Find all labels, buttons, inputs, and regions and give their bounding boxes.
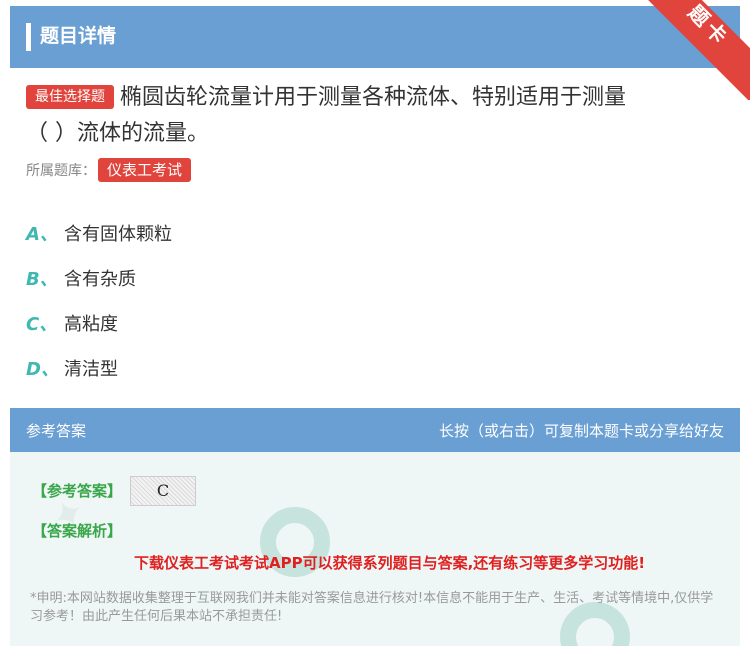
bank-label: 所属题库： [26,163,96,179]
question-text-1: 椭圆齿轮流量计用于测量各种流体、特别适用于测量 [120,85,627,110]
question-block: 最佳选择题 椭圆齿轮流量计用于测量各种流体、特别适用于测量 （ ）流体的流量。 [26,80,726,152]
share-hint: 长按（或右击）可复制本题卡或分享给好友 [438,422,724,440]
option-letter: A、 [26,223,58,245]
option-c[interactable]: C、 高粘度 [26,300,172,345]
option-text: 含有杂质 [64,268,136,290]
bank-name-link[interactable]: 仪表工考试 [98,158,192,182]
options-list: A、 含有固体颗粒 B、 含有杂质 C、 高粘度 D、 清洁型 [26,210,172,390]
title-accent-bar [26,23,31,51]
question-type-tag: 最佳选择题 [26,85,114,109]
answer-label: 【参考答案】 [32,482,123,500]
answer-body: ✦ 【参考答案】 C 【答案解析】 下载仪表工考试考试APP可以获得系列题目与答… [10,452,740,646]
app-promo-link[interactable]: 下载仪表工考试考试APP可以获得系列题目与答案,还有练习等更多学习功能! [134,552,645,573]
option-letter: B、 [26,268,58,290]
answer-value: C [130,476,196,506]
answer-section-title: 参考答案 [26,422,87,440]
answer-header: 参考答案 长按（或右击）可复制本题卡或分享给好友 [10,408,740,452]
title-header: 题目详情 [10,6,740,68]
option-b[interactable]: B、 含有杂质 [26,255,172,300]
option-text: 含有固体颗粒 [64,223,172,245]
page-title: 题目详情 [40,25,117,47]
question-line-2: （ ）流体的流量。 [26,121,209,146]
question-line-1: 最佳选择题 椭圆齿轮流量计用于测量各种流体、特别适用于测量 [26,80,726,116]
option-letter: D、 [26,358,59,380]
option-d[interactable]: D、 清洁型 [26,345,172,390]
option-text: 清洁型 [64,358,118,380]
disclaimer-text: *申明:本网站数据收集整理于互联网我们并未能对答案信息进行核对!本信息不能用于生… [30,591,714,624]
option-letter: C、 [26,313,58,335]
option-a[interactable]: A、 含有固体颗粒 [26,210,172,255]
analysis-label: 【答案解析】 [32,522,123,540]
option-text: 高粘度 [64,313,118,335]
question-bank: 所属题库： 仪表工考试 [26,158,197,183]
